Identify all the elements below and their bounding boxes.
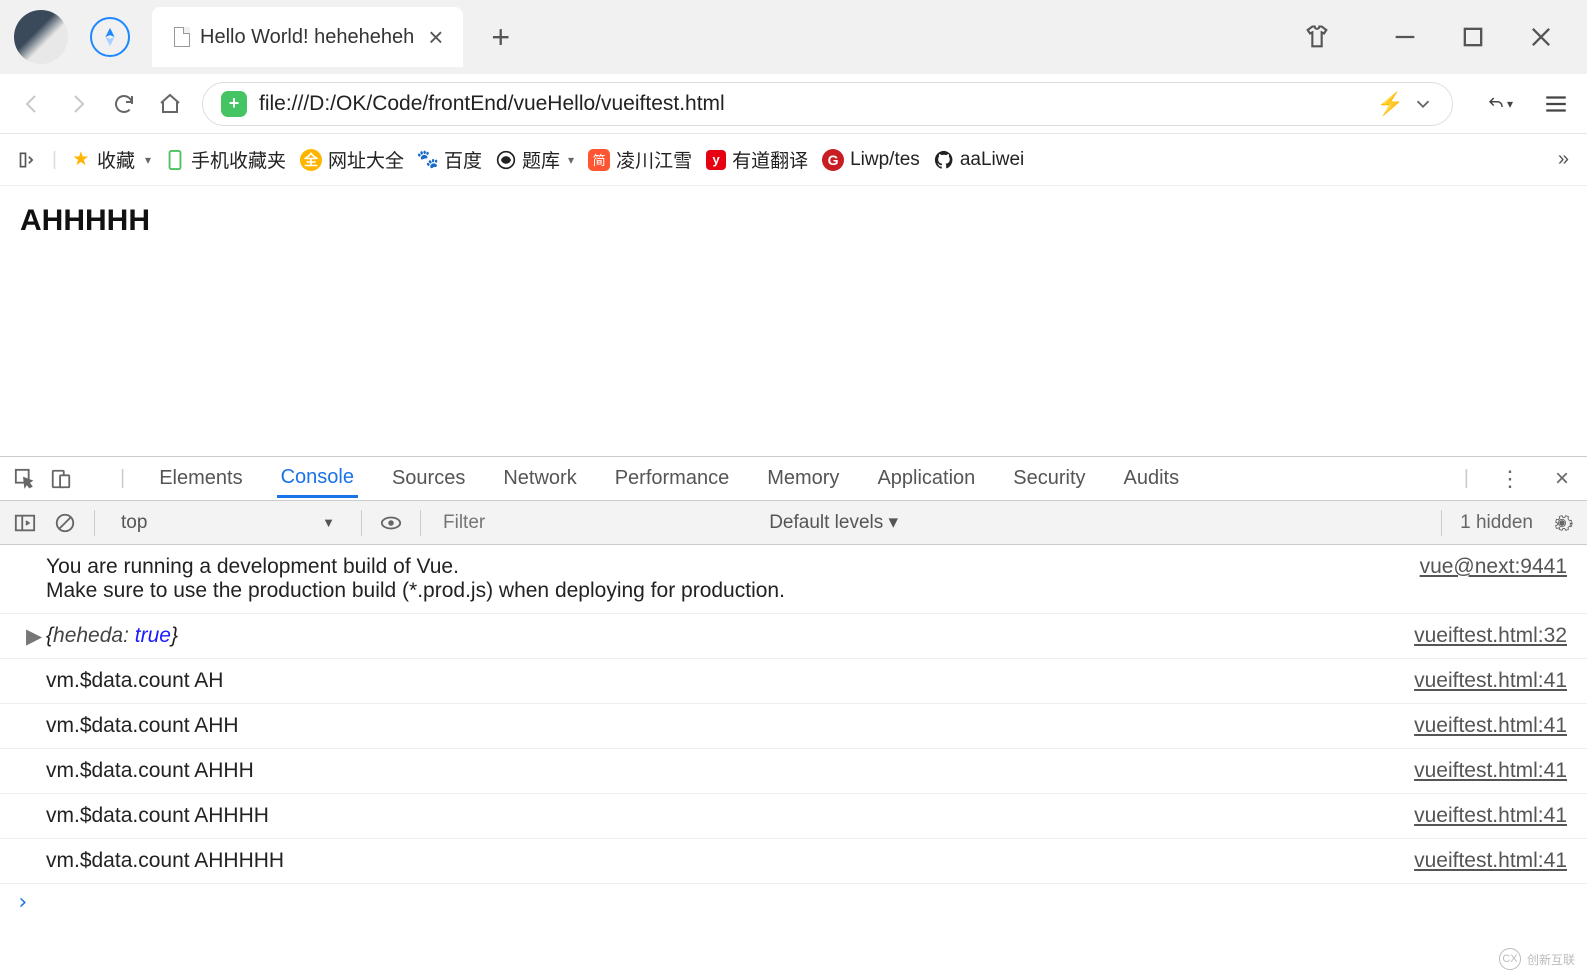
context-selector[interactable]: top ▼ xyxy=(113,510,343,536)
bookmark-github[interactable]: aaLiwei xyxy=(934,149,1024,171)
skin-icon[interactable] xyxy=(1299,19,1335,55)
browser-brand-icon[interactable] xyxy=(90,17,130,57)
tab-elements[interactable]: Elements xyxy=(155,461,246,496)
watermark: CX 创新互联 xyxy=(1499,948,1575,970)
back-button[interactable] xyxy=(18,90,46,118)
forward-button[interactable] xyxy=(64,90,92,118)
source-link[interactable]: vueiftest.html:41 xyxy=(1414,714,1567,738)
devtools-close-icon[interactable]: × xyxy=(1551,468,1573,490)
devtools-panel: | Elements Console Sources Network Perfo… xyxy=(0,456,1587,921)
console-message: vm.$data.count AHHHvueiftest.html:41 xyxy=(0,749,1587,794)
console-prompt[interactable]: › xyxy=(0,884,1587,921)
hamburger-menu-button[interactable] xyxy=(1543,91,1569,117)
minimize-button[interactable] xyxy=(1387,19,1423,55)
console-text: vm.$data.count AHH xyxy=(46,714,1414,738)
close-window-button[interactable] xyxy=(1523,19,1559,55)
source-link[interactable]: vue@next:9441 xyxy=(1420,555,1567,603)
console-text: vm.$data.count AHHHH xyxy=(46,804,1414,828)
clear-console-icon[interactable] xyxy=(54,512,76,534)
console-message: vm.$data.count AHvueiftest.html:41 xyxy=(0,659,1587,704)
console-text: vm.$data.count AHHHHH xyxy=(46,849,1414,873)
tab-network[interactable]: Network xyxy=(499,461,580,496)
tab-security[interactable]: Security xyxy=(1009,461,1089,496)
console-text: vm.$data.count AH xyxy=(46,669,1414,693)
favorites-button[interactable]: ★收藏▾ xyxy=(71,146,151,173)
devtools-menu-icon[interactable]: ⋮ xyxy=(1499,468,1521,490)
bookmark-label: 凌川江雪 xyxy=(616,146,692,173)
console-sidebar-toggle-icon[interactable] xyxy=(14,512,36,534)
console-settings-icon[interactable] xyxy=(1551,512,1573,534)
tab-sources[interactable]: Sources xyxy=(388,461,469,496)
bookmark-label: 有道翻译 xyxy=(732,146,808,173)
log-levels-selector[interactable]: Default levels ▾ xyxy=(769,511,898,534)
bookmark-label: Liwp/tes xyxy=(850,149,920,171)
new-tab-button[interactable]: + xyxy=(491,19,510,56)
bookmark-youdao[interactable]: y有道翻译 xyxy=(706,146,808,173)
console-output: You are running a development build of V… xyxy=(0,545,1587,921)
bookmark-label: aaLiwei xyxy=(960,149,1024,171)
devtools-tab-bar: | Elements Console Sources Network Perfo… xyxy=(0,457,1587,501)
filter-input[interactable] xyxy=(439,508,751,538)
source-link[interactable]: vueiftest.html:41 xyxy=(1414,849,1567,873)
reload-button[interactable] xyxy=(110,90,138,118)
url-bar[interactable]: + file:///D:/OK/Code/frontEnd/vueHello/v… xyxy=(202,82,1453,126)
maximize-button[interactable] xyxy=(1455,19,1491,55)
security-shield-icon: + xyxy=(221,91,247,117)
bookmark-label: 百度 xyxy=(444,146,482,173)
document-icon xyxy=(174,27,190,47)
console-text: Make sure to use the production build (*… xyxy=(46,579,785,602)
home-button[interactable] xyxy=(156,90,184,118)
bookmark-baidu[interactable]: 🐾百度 xyxy=(418,146,482,173)
bookmark-label: 网址大全 xyxy=(328,146,404,173)
bookmark-tiku[interactable]: 题库▾ xyxy=(496,146,574,173)
bookmark-lingchuan[interactable]: 简凌川江雪 xyxy=(588,146,692,173)
bookmark-label: 手机收藏夹 xyxy=(191,146,286,173)
console-message: vm.$data.count AHHvueiftest.html:41 xyxy=(0,704,1587,749)
source-link[interactable]: vueiftest.html:41 xyxy=(1414,759,1567,783)
console-text: vm.$data.count AHHH xyxy=(46,759,1414,783)
console-toolbar: top ▼ Default levels ▾ 1 hidden xyxy=(0,501,1587,545)
page-content: AHHHHH xyxy=(0,186,1587,456)
console-text: You are running a development build of V… xyxy=(46,555,459,578)
context-value: top xyxy=(121,512,147,534)
bookmarks-overflow-button[interactable]: » xyxy=(1558,148,1569,171)
live-expression-icon[interactable] xyxy=(380,512,402,534)
device-toggle-icon[interactable] xyxy=(50,468,72,490)
tab-audits[interactable]: Audits xyxy=(1120,461,1184,496)
source-link[interactable]: vueiftest.html:41 xyxy=(1414,804,1567,828)
bookmark-nav[interactable]: 全网址大全 xyxy=(300,146,404,173)
titlebar: Hello World! heheheheh × + xyxy=(0,0,1587,74)
undo-button[interactable]: ▾ xyxy=(1487,91,1513,117)
console-message: vm.$data.count AHHHHvueiftest.html:41 xyxy=(0,794,1587,839)
expand-caret-icon[interactable]: ▶ xyxy=(26,624,42,649)
bookmark-label: 题库 xyxy=(522,146,560,173)
bookmarks-bar: | ★收藏▾ 手机收藏夹 全网址大全 🐾百度 题库▾ 简凌川江雪 y有道翻译 G… xyxy=(0,134,1587,186)
url-text: file:///D:/OK/Code/frontEnd/vueHello/vue… xyxy=(259,92,1369,116)
source-link[interactable]: vueiftest.html:41 xyxy=(1414,669,1567,693)
profile-avatar[interactable] xyxy=(14,10,68,64)
close-tab-button[interactable]: × xyxy=(428,24,443,50)
tab-application[interactable]: Application xyxy=(873,461,979,496)
sidebar-toggle-icon[interactable] xyxy=(18,150,38,170)
console-message: ▶{heheda: true} vueiftest.html:32 xyxy=(0,614,1587,659)
bookmark-mobile[interactable]: 手机收藏夹 xyxy=(165,146,286,173)
bookmark-gitee[interactable]: GLiwp/tes xyxy=(822,149,920,171)
page-heading: AHHHHH xyxy=(20,204,1567,238)
watermark-logo-icon: CX xyxy=(1499,948,1521,970)
console-message: You are running a development build of V… xyxy=(0,545,1587,614)
chevron-down-icon[interactable] xyxy=(1412,93,1434,115)
tab-title: Hello World! heheheheh xyxy=(200,26,414,49)
browser-tab[interactable]: Hello World! heheheheh × xyxy=(152,7,463,67)
console-message: vm.$data.count AHHHHHvueiftest.html:41 xyxy=(0,839,1587,884)
tab-performance[interactable]: Performance xyxy=(611,461,734,496)
address-bar: + file:///D:/OK/Code/frontEnd/vueHello/v… xyxy=(0,74,1587,134)
tab-console[interactable]: Console xyxy=(277,460,358,498)
inspect-element-icon[interactable] xyxy=(14,468,36,490)
watermark-text: 创新互联 xyxy=(1527,951,1575,968)
lightning-icon[interactable]: ⚡ xyxy=(1377,91,1404,117)
hidden-count[interactable]: 1 hidden xyxy=(1460,512,1533,534)
source-link[interactable]: vueiftest.html:32 xyxy=(1414,624,1567,648)
tab-memory[interactable]: Memory xyxy=(763,461,843,496)
bookmark-label: 收藏 xyxy=(97,146,135,173)
